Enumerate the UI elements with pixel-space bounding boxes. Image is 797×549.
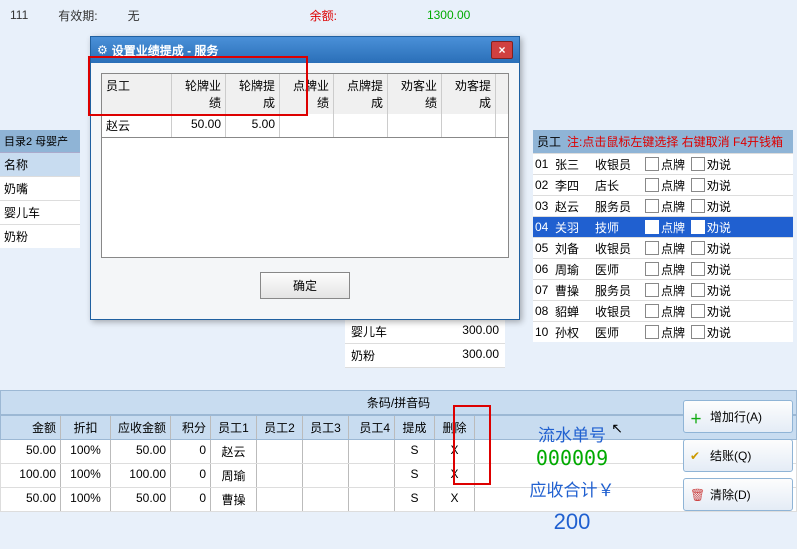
plus-icon: ＋ (690, 410, 704, 424)
checkbox[interactable] (691, 199, 705, 213)
grid-header: 金额 折扣 应收金额 积分 员工1 员工2 员工3 员工4 提成 删除 (0, 415, 797, 440)
checkbox[interactable] (691, 157, 705, 171)
total-due-value: 200 (507, 509, 637, 535)
validity-label: 有效期: (58, 7, 97, 24)
commission-cell[interactable] (280, 114, 334, 137)
delete-link[interactable]: X (435, 464, 475, 487)
grid-row[interactable]: 50.00100%50.000曹操SX (0, 488, 797, 512)
grid-row[interactable]: 100.00100%100.000周瑜SX (0, 464, 797, 488)
action-buttons: ＋ 增加行(A) ✔ 结账(Q) 🗑 清除(D) (683, 400, 793, 511)
checkbox[interactable] (645, 325, 659, 339)
checkbox[interactable] (691, 283, 705, 297)
clear-button[interactable]: 🗑 清除(D) (683, 478, 793, 511)
checkbox[interactable] (691, 241, 705, 255)
employee-header: 员工 注:点击鼠标左键选择 右键取消 F4开钱箱 (533, 130, 793, 153)
order-grid: 条码/拼音码 金额 折扣 应收金额 积分 员工1 员工2 员工3 员工4 提成 … (0, 390, 797, 512)
commission-link[interactable]: S (395, 464, 435, 487)
checkbox[interactable] (645, 199, 659, 213)
commission-cell[interactable]: 50.00 (172, 114, 226, 137)
commission-table-header: 员工 轮牌业绩 轮牌提成 点牌业绩 点牌提成 劝客业绩 劝客提成 (102, 74, 508, 114)
close-button[interactable]: × (491, 41, 513, 59)
employee-row[interactable]: 03赵云服务员点牌劝说 (533, 195, 793, 216)
checkbox[interactable] (645, 157, 659, 171)
validity-value: 无 (128, 7, 140, 24)
commission-dialog: ⚙ 设置业绩提成 - 服务 × 员工 轮牌业绩 轮牌提成 点牌业绩 点牌提成 劝… (90, 36, 520, 320)
employee-row[interactable]: 06周瑜医师点牌劝说 (533, 258, 793, 279)
code-value: 111 (10, 8, 28, 22)
commission-cell[interactable] (442, 114, 496, 137)
check-icon: ✔ (690, 449, 704, 463)
employee-row[interactable]: 07曹操服务员点牌劝说 (533, 279, 793, 300)
checkbox[interactable] (691, 178, 705, 192)
delete-link[interactable]: X (435, 488, 475, 511)
cursor-icon: ↖ (611, 420, 623, 437)
checkbox[interactable] (645, 304, 659, 318)
checkbox[interactable] (645, 283, 659, 297)
employee-row[interactable]: 10孙权医师点牌劝说 (533, 321, 793, 342)
employee-row[interactable]: 02李四店长点牌劝说 (533, 174, 793, 195)
commission-link[interactable]: S (395, 488, 435, 511)
employee-header-label: 员工 (537, 133, 567, 150)
checkout-button[interactable]: ✔ 结账(Q) (683, 439, 793, 472)
trash-icon: 🗑 (690, 488, 704, 502)
employee-row[interactable]: 05刘备收银员点牌劝说 (533, 237, 793, 258)
delete-link[interactable]: X (435, 440, 475, 463)
commission-table: 员工 轮牌业绩 轮牌提成 点牌业绩 点牌提成 劝客业绩 劝客提成 赵云 50.0… (101, 73, 509, 138)
checkbox[interactable] (691, 220, 705, 234)
total-due-label: 应收合计￥ (507, 476, 637, 501)
commission-row[interactable]: 赵云 50.00 5.00 (102, 114, 508, 137)
dialog-title: 设置业绩提成 - 服务 (112, 42, 491, 59)
employee-row[interactable]: 04关羽技师点牌劝说 (533, 216, 793, 237)
dialog-titlebar[interactable]: ⚙ 设置业绩提成 - 服务 × (91, 37, 519, 63)
gear-icon: ⚙ (97, 43, 108, 57)
commission-cell[interactable] (388, 114, 442, 137)
employee-row[interactable]: 01张三收银员点牌劝说 (533, 153, 793, 174)
commission-emp-name: 赵云 (102, 114, 172, 137)
balance-label: 余额: (310, 7, 337, 24)
sidebar-item[interactable]: 婴儿车 (0, 200, 80, 224)
balance-value: 1300.00 (427, 8, 470, 22)
checkbox[interactable] (645, 262, 659, 276)
add-row-button[interactable]: ＋ 增加行(A) (683, 400, 793, 433)
category-sidebar: 目录2 母婴产 名称 奶嘴 婴儿车 奶粉 (0, 130, 80, 248)
product-row[interactable]: 奶粉300.00 (345, 344, 505, 368)
employee-panel: 员工 注:点击鼠标左键选择 右键取消 F4开钱箱 01张三收银员点牌劝说02李四… (533, 130, 793, 342)
order-number-value: 000009 (507, 446, 637, 470)
sidebar-item[interactable]: 奶嘴 (0, 176, 80, 200)
checkbox[interactable] (691, 325, 705, 339)
grid-title: 条码/拼音码 (0, 390, 797, 415)
checkbox[interactable] (645, 241, 659, 255)
grid-row[interactable]: 50.00100%50.000赵云SX (0, 440, 797, 464)
commission-cell[interactable]: 5.00 (226, 114, 280, 137)
product-row[interactable]: 婴儿车300.00 (345, 320, 505, 344)
employee-note: 注:点击鼠标左键选择 右键取消 F4开钱箱 (567, 133, 783, 150)
checkbox[interactable] (691, 262, 705, 276)
commission-cell[interactable] (334, 114, 388, 137)
checkbox[interactable] (691, 304, 705, 318)
top-bar: 111 有效期: 无 余额: 1300.00 (0, 0, 797, 30)
checkbox[interactable] (645, 178, 659, 192)
employee-row[interactable]: 08貂蝉收银员点牌劝说 (533, 300, 793, 321)
checkbox[interactable] (645, 220, 659, 234)
sidebar-header: 目录2 母婴产 (0, 130, 80, 152)
sidebar-col-name: 名称 (0, 152, 80, 176)
sidebar-item[interactable]: 奶粉 (0, 224, 80, 248)
commission-link[interactable]: S (395, 440, 435, 463)
ok-button[interactable]: 确定 (260, 272, 350, 299)
